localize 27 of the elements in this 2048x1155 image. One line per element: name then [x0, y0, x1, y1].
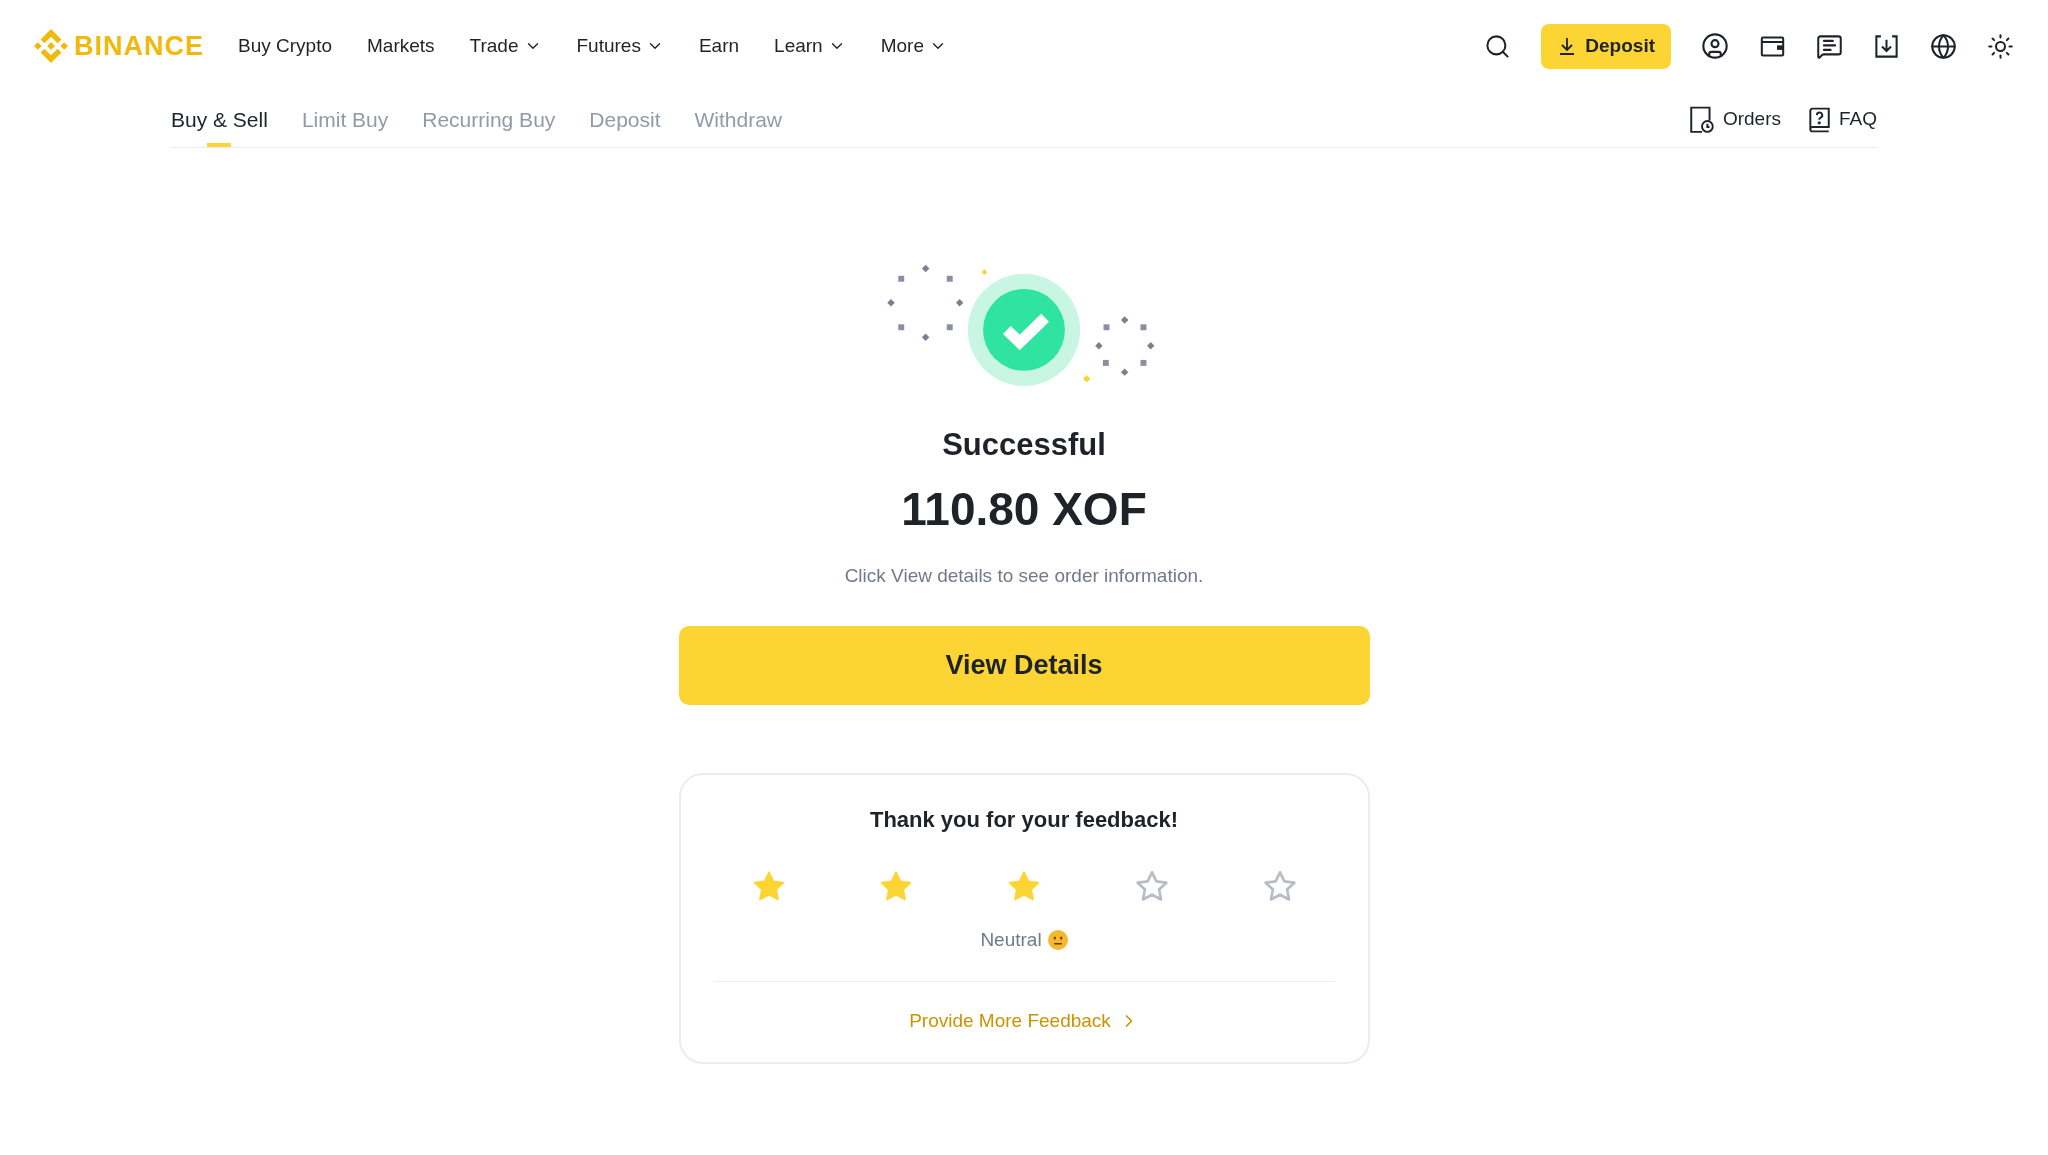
- view-details-button[interactable]: View Details: [678, 626, 1370, 705]
- header-link[interactable]: Orders: [1688, 105, 1781, 134]
- nav-link[interactable]: Earn: [698, 31, 740, 61]
- chat-icon[interactable]: [1816, 32, 1843, 60]
- document-clock-icon: [1688, 105, 1715, 134]
- nav-menu[interactable]: Learn: [774, 31, 846, 61]
- nav-link[interactable]: Buy Crypto: [238, 31, 332, 61]
- search-icon[interactable]: [1484, 32, 1512, 60]
- nav-menu[interactable]: More: [880, 31, 947, 61]
- nav-link[interactable]: Markets: [367, 31, 435, 61]
- amount-text: 110.80 XOF: [901, 482, 1147, 537]
- question-book-icon: [1807, 106, 1831, 133]
- download-icon[interactable]: [1873, 32, 1900, 60]
- tab[interactable]: Buy & Sell: [171, 92, 268, 147]
- diamond-logo-icon: [34, 29, 68, 63]
- nav-menu[interactable]: Futures: [576, 31, 664, 61]
- header-link[interactable]: FAQ: [1807, 105, 1877, 134]
- globe-icon[interactable]: [1930, 32, 1957, 60]
- neutral-face-icon: [1047, 930, 1068, 950]
- hint-text: Click View details to see order information.: [844, 564, 1204, 588]
- deposit-button[interactable]: Deposit: [1541, 23, 1671, 69]
- feedback-title: Thank you for your feedback!: [868, 806, 1180, 834]
- sun-icon[interactable]: [1987, 32, 2014, 60]
- user-icon[interactable]: [1701, 32, 1729, 60]
- rating-label: Neutral: [980, 928, 1042, 952]
- nav-menu[interactable]: Trade: [469, 31, 542, 61]
- status-title: Successful: [942, 427, 1106, 463]
